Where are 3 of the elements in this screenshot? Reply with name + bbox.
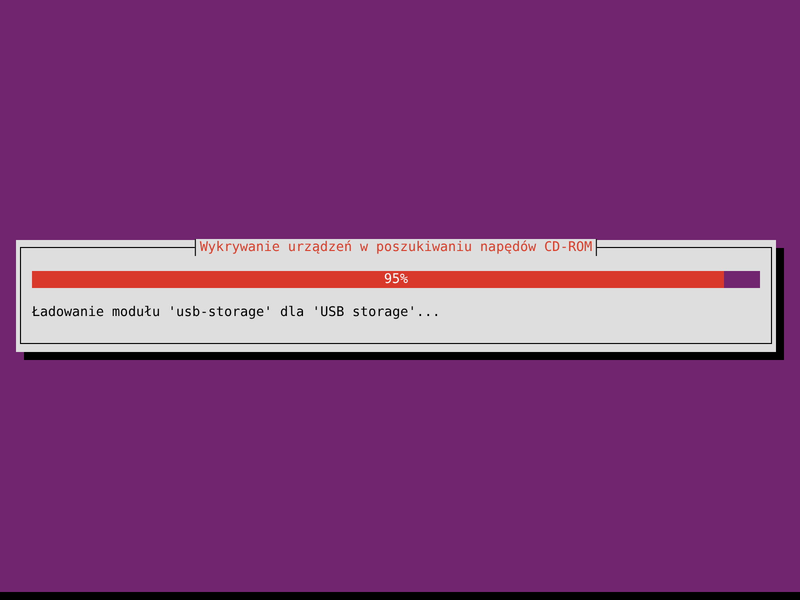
progress-percentage: 95%: [384, 271, 408, 288]
status-message: Ładowanie modułu 'usb-storage' dla 'USB storage'...: [32, 304, 442, 321]
dialog-title: Wykrywanie urządzeń w poszukiwaniu napędów CD-ROM: [194, 239, 598, 256]
